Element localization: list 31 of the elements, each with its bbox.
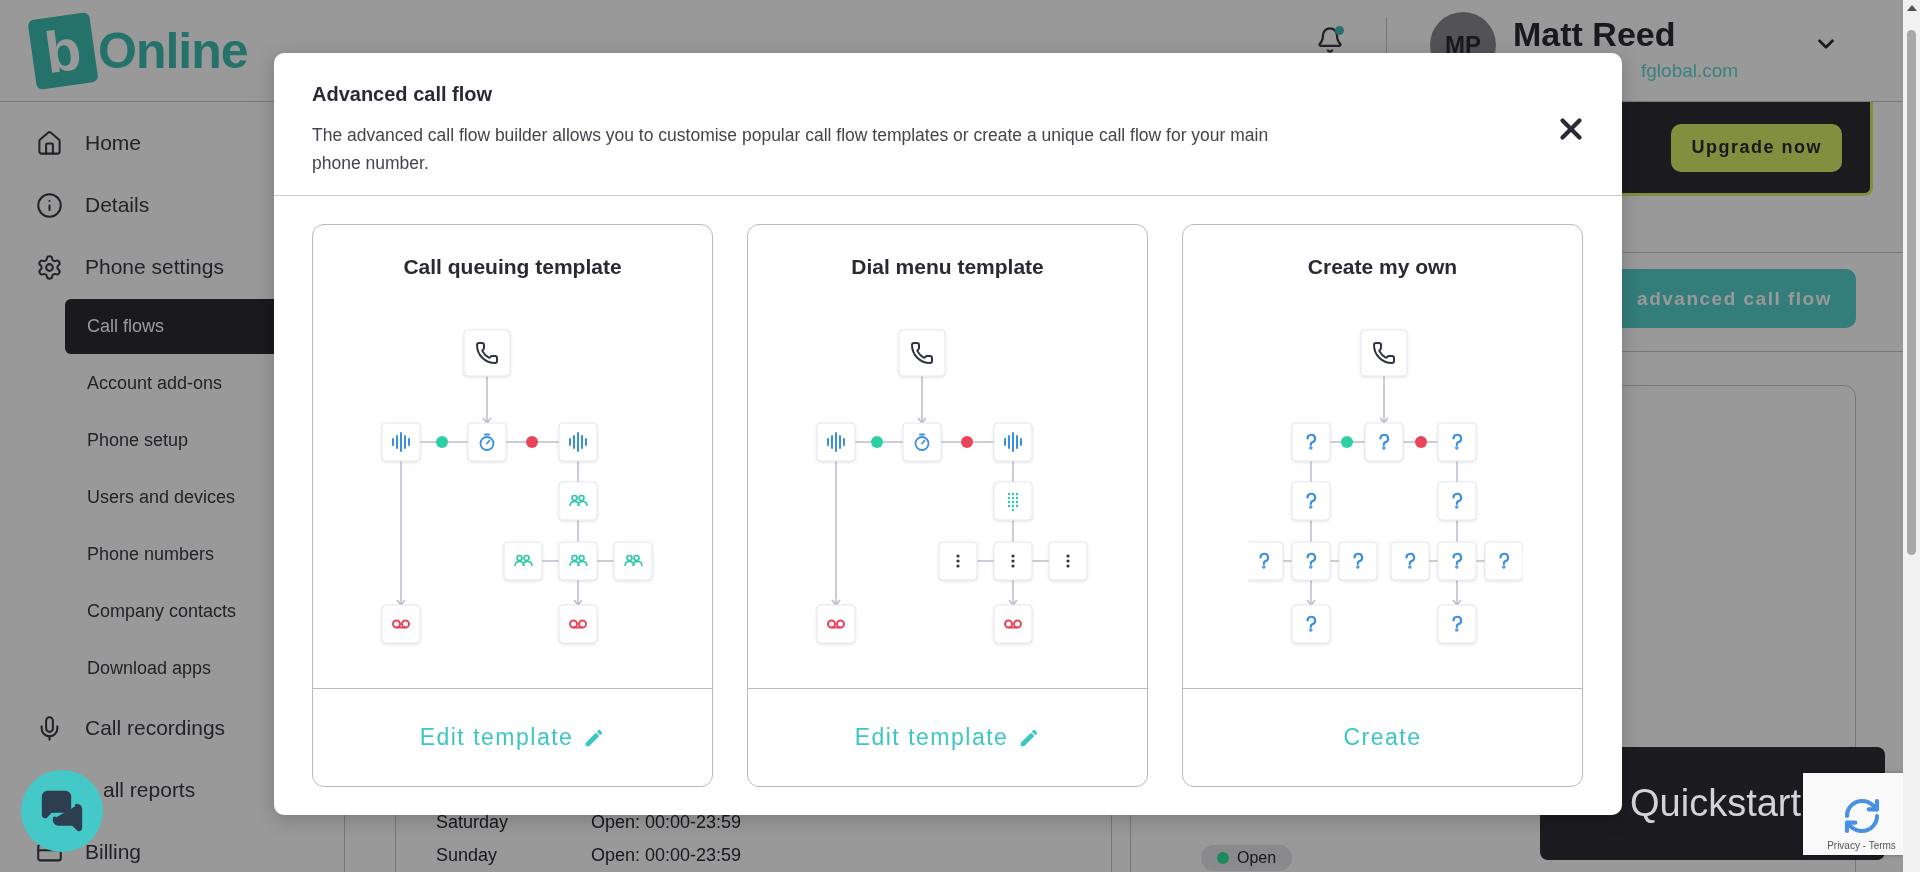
settings-icon	[36, 253, 63, 281]
scroll-up-icon[interactable]	[1906, 4, 1917, 12]
sidebar-item[interactable]: Phone settings	[0, 236, 344, 298]
sidebar-label: all reports	[103, 778, 196, 802]
user-name: Matt Reed	[1513, 13, 1677, 54]
schedule-hours: Open: 00:00-23:59	[591, 812, 742, 833]
modal-title: Advanced call flow	[312, 82, 494, 107]
card-title: Create my own	[1307, 255, 1458, 279]
schedule-day: Saturday	[436, 812, 591, 833]
card-title: Dial menu template	[851, 255, 1044, 279]
sidebar-label: Details	[85, 193, 150, 217]
sidebar-label: Billing	[85, 840, 142, 864]
scrollbar[interactable]	[1903, 0, 1920, 872]
modal-description: The advanced call flow builder allows you to customise popular call flow templates or create a unique call flow for your main phone number.	[312, 124, 1270, 175]
sidebar-item[interactable]: Details	[0, 174, 344, 236]
sidebar-label: Home	[85, 131, 142, 155]
home-icon	[36, 129, 63, 157]
outcome-label: Open	[1237, 849, 1277, 867]
info-icon	[36, 191, 63, 219]
logo-text: Online	[98, 21, 248, 80]
card-title: Call queuing template	[403, 255, 622, 279]
sidebar-label: Call recordings	[85, 716, 226, 740]
chat-icon	[40, 789, 84, 833]
sidebar-label: Phone settings	[85, 255, 224, 279]
user-email: fglobal.com	[1641, 59, 1740, 82]
sidebar-item[interactable]: Call recordings	[0, 697, 344, 759]
schedule-hours: Open: 00:00-23:59	[591, 845, 742, 866]
logo-mark: b	[27, 11, 99, 90]
schedule-day: Sunday	[436, 845, 591, 866]
notification-icon[interactable]	[1316, 25, 1344, 54]
upgrade-button[interactable]: Upgrade now	[1671, 123, 1842, 172]
